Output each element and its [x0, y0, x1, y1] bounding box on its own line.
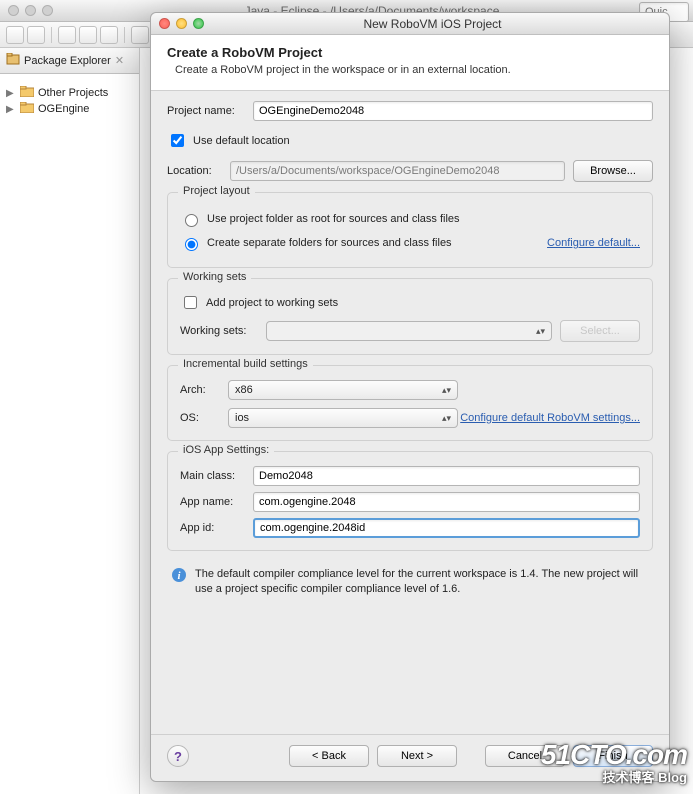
help-button[interactable]: ?	[167, 745, 189, 767]
traffic-lights[interactable]	[8, 5, 53, 16]
group-legend: Project layout	[178, 185, 255, 197]
back-button[interactable]: < Back	[289, 745, 369, 767]
package-icon	[6, 53, 20, 68]
os-label: OS:	[180, 412, 220, 424]
working-sets-group: Working sets Add project to working sets…	[167, 278, 653, 355]
dialog-titlebar: New RoboVM iOS Project	[151, 13, 669, 35]
toolbar-button[interactable]	[27, 26, 45, 44]
close-tab-icon[interactable]: ✕	[115, 54, 124, 67]
next-button[interactable]: Next >	[377, 745, 457, 767]
radio-label: Create separate folders for sources and …	[207, 237, 452, 249]
checkbox-label: Add project to working sets	[206, 297, 338, 309]
close-icon[interactable]	[159, 18, 170, 29]
tab-label: Package Explorer	[24, 55, 111, 67]
toolbar-button[interactable]	[79, 26, 97, 44]
chevron-right-icon[interactable]: ▶	[6, 104, 16, 115]
toolbar-button[interactable]	[100, 26, 118, 44]
tree-item-other-projects[interactable]: ▶ Other Projects	[6, 86, 133, 100]
radio-root[interactable]	[185, 214, 198, 227]
project-name-input[interactable]	[253, 101, 653, 121]
configure-robovm-link[interactable]: Configure default RoboVM settings...	[460, 412, 640, 424]
app-name-label: App name:	[180, 496, 245, 508]
dialog-footer: ? < Back Next > Cancel Finish	[151, 734, 669, 781]
configure-default-link[interactable]: Configure default...	[547, 237, 640, 249]
select-working-sets-button: Select...	[560, 320, 640, 342]
radio-separate[interactable]	[185, 238, 198, 251]
dialog-title: New RoboVM iOS Project	[204, 17, 661, 31]
dialog-banner: Create a RoboVM Project Create a RoboVM …	[151, 35, 669, 91]
os-select[interactable]: ios▴▾	[228, 408, 458, 428]
dialog-content: Project name: Use default location Locat…	[151, 91, 669, 605]
incremental-build-group: Incremental build settings Arch: x86▴▾ O…	[167, 365, 653, 441]
zoom-icon[interactable]	[42, 5, 53, 16]
location-input	[230, 161, 565, 181]
working-set-icon	[20, 86, 34, 100]
working-sets-label: Working sets:	[180, 325, 258, 337]
info-icon: i	[171, 567, 187, 586]
banner-heading: Create a RoboVM Project	[167, 45, 653, 60]
finish-button[interactable]: Finish	[573, 745, 653, 767]
cancel-button[interactable]: Cancel	[485, 745, 565, 767]
use-default-label: Use default location	[193, 135, 290, 147]
package-explorer-panel: Package Explorer ✕ ▶ Other Projects ▶ OG…	[0, 48, 140, 794]
ios-settings-group: iOS App Settings: Main class: App name: …	[167, 451, 653, 551]
project-layout-group: Project layout Use project folder as roo…	[167, 192, 653, 268]
close-icon[interactable]	[8, 5, 19, 16]
zoom-icon[interactable]	[193, 18, 204, 29]
project-name-row: Project name:	[167, 101, 653, 121]
package-explorer-tab[interactable]: Package Explorer ✕	[0, 48, 139, 74]
info-text: The default compiler compliance level fo…	[195, 567, 649, 597]
tree-label: OGEngine	[38, 103, 89, 115]
main-class-label: Main class:	[180, 470, 245, 482]
project-name-label: Project name:	[167, 105, 245, 117]
toolbar-button[interactable]	[6, 26, 24, 44]
arch-select[interactable]: x86▴▾	[228, 380, 458, 400]
browse-button[interactable]: Browse...	[573, 160, 653, 182]
main-class-input[interactable]	[253, 466, 640, 486]
layout-option-separate[interactable]: Create separate folders for sources and …	[180, 235, 452, 251]
group-legend: Incremental build settings	[178, 358, 313, 370]
group-legend: Working sets	[178, 271, 251, 283]
banner-subtext: Create a RoboVM project in the workspace…	[175, 64, 653, 76]
group-legend: iOS App Settings:	[178, 444, 274, 456]
tree-item-ogengine[interactable]: ▶ OGEngine	[6, 102, 133, 116]
working-sets-select: ▴▾	[266, 321, 552, 341]
app-name-input[interactable]	[253, 492, 640, 512]
use-default-location-check[interactable]: Use default location	[167, 131, 653, 150]
chevron-right-icon[interactable]: ▶	[6, 88, 16, 99]
use-default-checkbox[interactable]	[171, 134, 184, 147]
minimize-icon[interactable]	[25, 5, 36, 16]
radio-label: Use project folder as root for sources a…	[207, 213, 460, 225]
layout-option-root[interactable]: Use project folder as root for sources a…	[180, 211, 640, 227]
app-id-label: App id:	[180, 522, 245, 534]
add-working-sets-check[interactable]: Add project to working sets	[180, 293, 640, 312]
traffic-lights[interactable]	[159, 18, 204, 29]
project-icon	[20, 102, 34, 116]
toolbar-button[interactable]	[58, 26, 76, 44]
minimize-icon[interactable]	[176, 18, 187, 29]
tree-label: Other Projects	[38, 87, 108, 99]
location-label: Location:	[167, 165, 222, 177]
location-row: Location: Browse...	[167, 160, 653, 182]
toolbar-button[interactable]	[131, 26, 149, 44]
arch-label: Arch:	[180, 384, 220, 396]
add-working-sets-checkbox[interactable]	[184, 296, 197, 309]
info-message: i The default compiler compliance level …	[167, 561, 653, 599]
new-project-dialog: New RoboVM iOS Project Create a RoboVM P…	[150, 12, 670, 782]
app-id-input[interactable]	[253, 518, 640, 538]
package-tree[interactable]: ▶ Other Projects ▶ OGEngine	[0, 74, 139, 128]
